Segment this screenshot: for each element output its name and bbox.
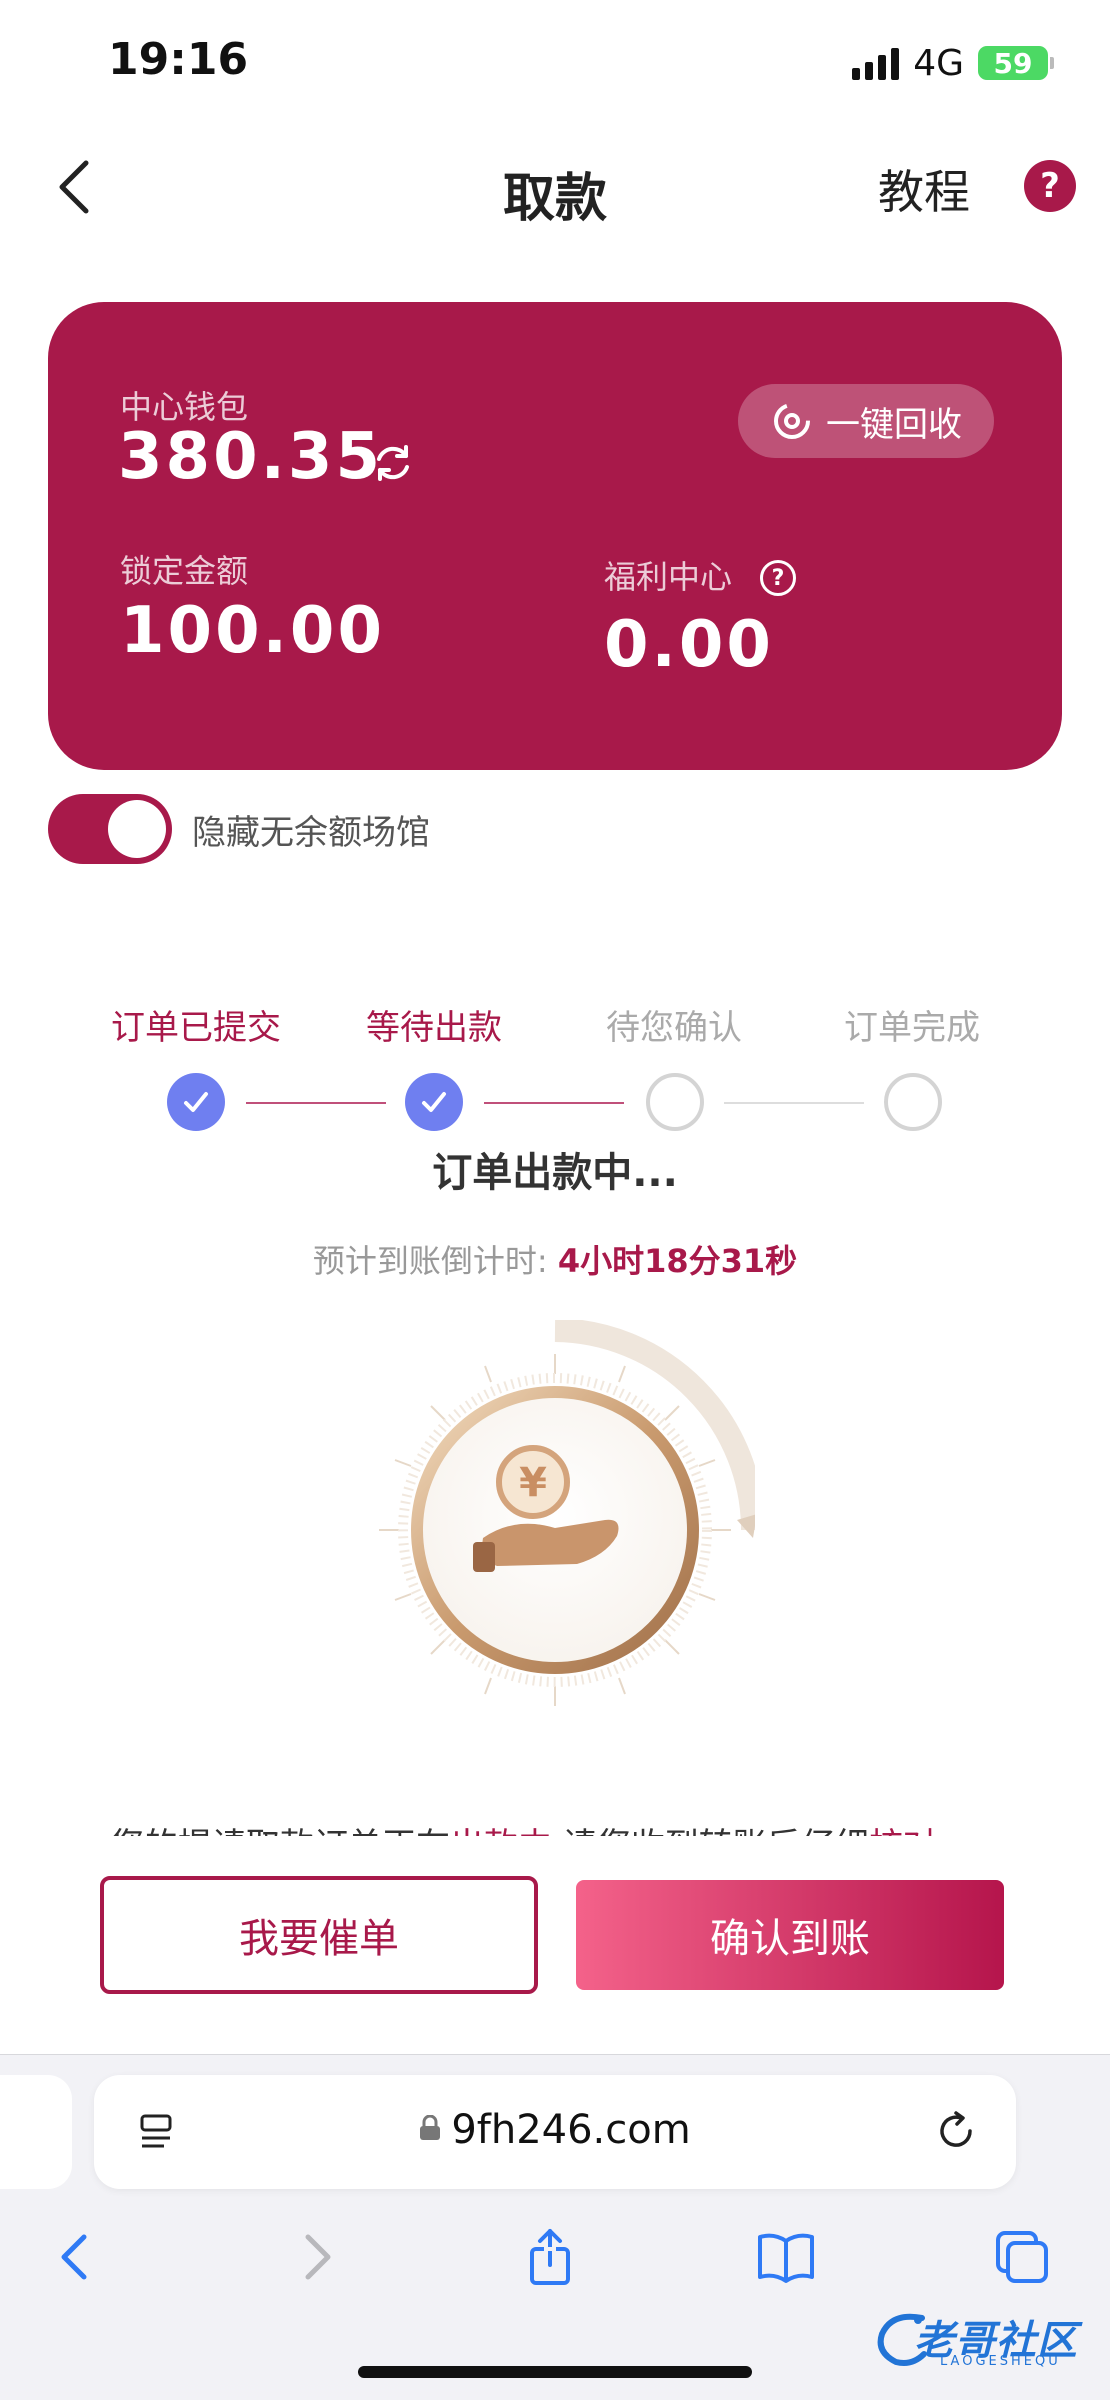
toggle-knob xyxy=(108,800,166,858)
cellular-signal-icon xyxy=(852,46,900,80)
countdown-value: 4小时18分31秒 xyxy=(557,1242,798,1280)
browser-forward-icon[interactable] xyxy=(284,2225,348,2289)
urge-order-button[interactable]: 我要催单 xyxy=(100,1876,538,1994)
notice-highlight: 核对 xyxy=(869,1826,937,1836)
status-time: 19:16 xyxy=(108,34,249,85)
step-connector xyxy=(246,1102,386,1104)
one-click-recycle-button[interactable]: 一键回收 xyxy=(738,384,994,458)
recycle-icon xyxy=(774,403,810,439)
watermark-logo: 老哥社区 LAOGESHEQU xyxy=(872,2302,1102,2374)
hide-empty-venues-toggle[interactable] xyxy=(48,794,172,864)
check-icon xyxy=(184,1092,208,1112)
step-dot-submitted xyxy=(167,1073,225,1131)
tutorial-link[interactable]: 教程 xyxy=(878,156,970,222)
nav-bar: 取款 教程 ? xyxy=(0,140,1110,240)
address-bar[interactable]: 9fh246.com xyxy=(94,2075,1016,2189)
order-progress-steps: 订单已提交 等待出款 待您确认 订单完成 xyxy=(0,1000,1110,1140)
center-wallet-amount: 380.35 xyxy=(118,420,383,494)
lock-icon xyxy=(420,2115,441,2140)
welfare-center-label: 福利中心 xyxy=(604,558,733,596)
hide-empty-venues-row: 隐藏无余额场馆 xyxy=(48,792,430,866)
notice-text: 您的提请取款订单正在 xyxy=(110,1826,450,1836)
order-status-title: 订单出款中... xyxy=(432,1150,678,1196)
countdown-label: 预计到账倒计时: xyxy=(312,1242,548,1280)
home-indicator xyxy=(358,2366,752,2378)
notice-highlight: 出款中 xyxy=(450,1826,552,1836)
watermark-subtext: LAOGESHEQU xyxy=(940,2354,1061,2369)
payout-progress-dial: ¥ xyxy=(379,1320,755,1706)
reload-icon[interactable] xyxy=(932,2107,980,2155)
url-display: 9fh246.com xyxy=(94,2107,1016,2153)
status-bar: 19:16 4G 59 xyxy=(0,0,1110,120)
countdown-row: 预计到账倒计时: 4小时18分31秒 xyxy=(0,1236,1110,1282)
url-text: 9fh246.com xyxy=(451,2107,691,2153)
notice-text: ,请您收到转账后仔细 xyxy=(552,1826,869,1836)
help-icon[interactable]: ? xyxy=(1024,160,1076,212)
battery-icon: 59 xyxy=(978,46,1054,80)
refresh-icon[interactable] xyxy=(370,440,416,486)
step-connector xyxy=(484,1102,624,1104)
share-icon[interactable] xyxy=(518,2225,582,2289)
recycle-label: 一键回收 xyxy=(826,404,962,445)
step-label-awaiting-payout: 等待出款 xyxy=(366,1008,502,1048)
locked-amount: 100.00 xyxy=(120,594,385,668)
browser-back-icon[interactable] xyxy=(44,2225,108,2289)
hide-empty-venues-label: 隐藏无余额场馆 xyxy=(192,812,430,853)
payout-notice-partial: 您的提请取款订单正在出款中,请您收到转账后仔细核对 xyxy=(110,1818,1010,1836)
network-type: 4G xyxy=(913,42,964,84)
bookmarks-icon[interactable] xyxy=(754,2225,818,2289)
step-dot-awaiting-payout xyxy=(405,1073,463,1131)
battery-level: 59 xyxy=(993,46,1033,80)
welfare-amount: 0.00 xyxy=(604,608,774,682)
step-dot-awaiting-confirm xyxy=(646,1073,704,1131)
wallet-card: 中心钱包 380.35 一键回收 锁定金额 100.00 福利中心 ? 0.00 xyxy=(48,302,1062,770)
previous-tab-preview[interactable] xyxy=(0,2075,72,2189)
tabs-icon[interactable] xyxy=(990,2225,1054,2289)
action-bar: 我要催单 确认到账 xyxy=(0,1836,1110,2054)
step-label-submitted: 订单已提交 xyxy=(111,1008,281,1048)
step-label-awaiting-confirm: 待您确认 xyxy=(606,1008,742,1048)
locked-amount-label: 锁定金额 xyxy=(120,552,249,590)
status-indicators: 4G 59 xyxy=(852,38,1054,88)
step-label-completed: 订单完成 xyxy=(844,1008,980,1048)
question-icon[interactable]: ? xyxy=(760,560,796,596)
svg-text:¥: ¥ xyxy=(519,1460,547,1506)
check-icon xyxy=(422,1092,446,1112)
step-dot-completed xyxy=(884,1073,942,1131)
confirm-received-button[interactable]: 确认到账 xyxy=(576,1880,1004,1990)
step-connector xyxy=(724,1102,864,1104)
